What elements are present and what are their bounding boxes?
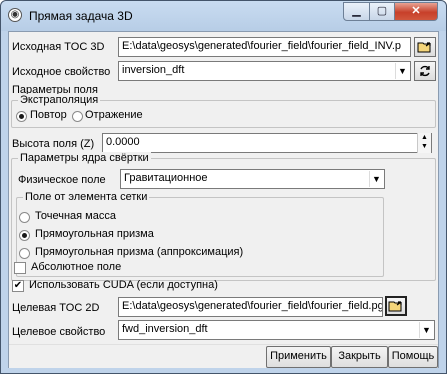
target-property-value: fwd_inversion_dft: [122, 323, 208, 335]
open-folder-icon: [388, 301, 402, 312]
title-bar[interactable]: ◉ Прямая задача 3D ▁ ▢ ✕: [1, 1, 446, 31]
target-toc-field[interactable]: E:\data\geosys\generated\fourier_field\f…: [118, 297, 383, 317]
dialog-window: ◉ Прямая задача 3D ▁ ▢ ✕ Исходная TOC 3D…: [0, 0, 447, 374]
close-button[interactable]: Закрыть: [331, 346, 388, 368]
checkmark-icon: ✔: [13, 280, 23, 291]
radio-reflect-label: Отражение: [85, 109, 143, 121]
radio-reflect[interactable]: [72, 111, 83, 122]
physical-field-select[interactable]: Гравитационное ▼: [120, 169, 385, 189]
close-window-button[interactable]: ✕: [394, 2, 438, 21]
source-toc-browse-button[interactable]: [414, 37, 436, 57]
kernel-params-title: Параметры ядра свёртки: [18, 152, 151, 164]
window-title: Прямая задача 3D: [29, 9, 133, 23]
button-bar: Применить Закрыть Помощь: [9, 344, 438, 368]
target-property-select[interactable]: fwd_inversion_dft ▼: [118, 320, 435, 340]
source-toc-label: Исходная TOC 3D: [12, 41, 105, 53]
source-property-select[interactable]: inversion_dft ▼: [118, 61, 411, 81]
field-height-spinner[interactable]: ▲ ▼: [417, 133, 431, 153]
minimize-button[interactable]: ▁: [343, 2, 370, 21]
target-toc-browse-button[interactable]: [385, 296, 407, 316]
radio-repeat[interactable]: [16, 111, 27, 122]
extrapolation-title: Экстраполяция: [18, 94, 101, 106]
radio-rect-prism-label: Прямоугольная призма: [35, 228, 154, 240]
physical-field-value: Гравитационное: [124, 172, 208, 184]
radio-repeat-label: Повтор: [30, 109, 67, 121]
radio-rect-prism-approx-label: Прямоугольная призма (аппроксимация): [35, 246, 244, 258]
globe-icon: ◉: [8, 8, 22, 22]
absolute-field-checkbox[interactable]: [14, 262, 26, 274]
field-height-input[interactable]: 0.0000: [102, 133, 432, 153]
apply-button[interactable]: Применить: [266, 346, 331, 368]
dialog-client-area: Исходная TOC 3D E:\data\geosys\generated…: [8, 31, 439, 368]
help-button[interactable]: Помощь: [388, 346, 438, 368]
open-folder-icon: [417, 42, 431, 53]
refresh-icon: [420, 65, 430, 77]
chevron-down-icon[interactable]: ▼: [419, 322, 433, 338]
extrapolation-group: Экстраполяция Повтор Отражение: [11, 94, 436, 128]
radio-point-mass[interactable]: [19, 212, 30, 223]
element-field-title: Поле от элемента сетки: [23, 191, 150, 203]
use-cuda-label: Использовать CUDA (если доступна): [29, 279, 218, 291]
target-toc-label: Целевая TOC 2D: [12, 302, 100, 314]
field-height-label: Высота поля (Z): [12, 138, 95, 150]
chevron-down-icon[interactable]: ▼: [369, 171, 383, 187]
source-toc-field[interactable]: E:\data\geosys\generated\fourier_field\f…: [118, 37, 411, 57]
maximize-button[interactable]: ▢: [369, 2, 395, 21]
source-property-refresh-button[interactable]: [414, 61, 436, 81]
radio-point-mass-label: Точечная масса: [35, 210, 116, 222]
target-property-label: Целевое свойство: [12, 326, 106, 338]
radio-rect-prism[interactable]: [19, 230, 30, 241]
physical-field-label: Физическое поле: [18, 174, 106, 186]
radio-rect-prism-approx[interactable]: [19, 248, 30, 259]
source-property-label: Исходное свойство: [12, 66, 111, 78]
field-height-value: 0.0000: [106, 136, 140, 148]
source-property-value: inversion_dft: [122, 64, 185, 76]
absolute-field-label: Абсолютное поле: [31, 261, 122, 273]
use-cuda-checkbox[interactable]: ✔: [12, 280, 24, 292]
chevron-down-icon[interactable]: ▼: [395, 63, 409, 79]
